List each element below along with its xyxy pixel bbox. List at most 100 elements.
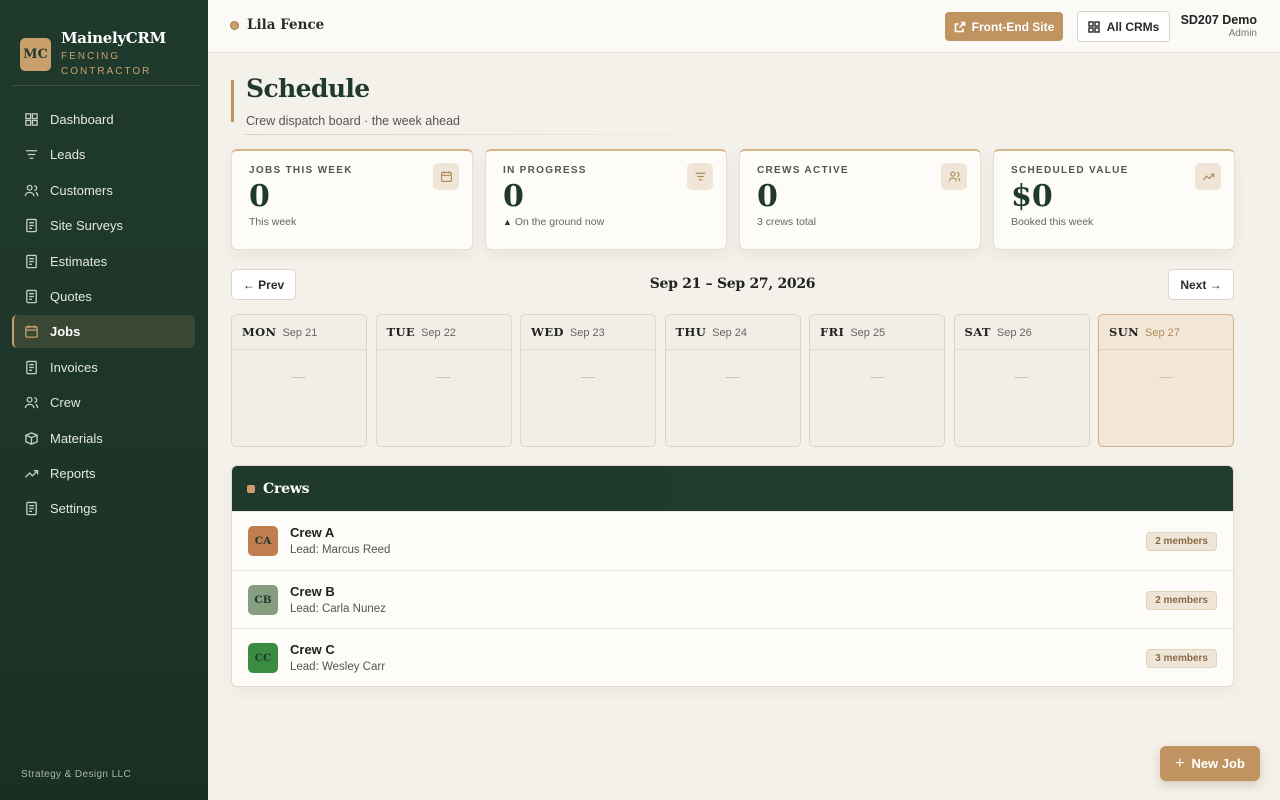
sidebar-item-label: Materials <box>50 430 103 446</box>
sidebar-item-materials[interactable]: Materials <box>12 422 195 455</box>
grid-icon <box>25 113 38 126</box>
crew-members-badge: 3 members <box>1146 649 1217 669</box>
stat-value: 0 <box>249 179 270 214</box>
day-column-sat[interactable]: SAT Sep 26 — <box>953 314 1090 447</box>
day-date: Sep 21 <box>282 327 318 339</box>
front-end-site-button[interactable]: Front-End Site <box>945 12 1063 41</box>
stat-sub: This week <box>249 216 297 228</box>
sidebar-item-label: Site Surveys <box>50 218 123 234</box>
main-content: Schedule Crew dispatch board · the week … <box>208 53 1280 800</box>
day-date: Sep 24 <box>712 327 748 339</box>
stat-sub: 3 crews total <box>757 216 816 228</box>
day-date: Sep 23 <box>569 327 605 339</box>
footer-credit[interactable]: Strategy & Design LLC <box>21 769 131 780</box>
sidebar-item-label: Invoices <box>50 359 98 375</box>
day-column-fri[interactable]: FRI Sep 25 — <box>809 314 945 447</box>
page-header: Schedule Crew dispatch board · the week … <box>231 74 460 128</box>
trend-icon <box>1195 163 1221 190</box>
document-icon <box>26 360 37 374</box>
client-indicator: Lila Fence <box>230 17 324 33</box>
day-empty-placeholder: — <box>292 368 306 384</box>
brand-subtitle-line1: FENCING <box>61 51 120 62</box>
week-range: Sep 21 – Sep 27, 2026 <box>649 276 816 292</box>
day-empty-placeholder: — <box>581 368 595 384</box>
day-empty-placeholder: — <box>725 368 740 384</box>
sidebar-item-leads[interactable]: Leads <box>12 138 195 171</box>
day-column-wed[interactable]: WED Sep 23 — <box>520 314 656 447</box>
client-dot-icon <box>230 20 239 30</box>
new-job-button[interactable]: + New Job <box>1160 746 1260 781</box>
sidebar-item-crew[interactable]: Crew <box>12 386 195 419</box>
brand-name: MainelyCRM <box>61 29 166 47</box>
day-empty-placeholder: — <box>436 368 451 384</box>
sidebar-item-customers[interactable]: Customers <box>12 174 195 207</box>
day-date: Sep 27 <box>1145 327 1180 339</box>
sidebar-item-dashboard[interactable]: Dashboard <box>12 103 195 136</box>
sidebar-item-site-surveys[interactable]: Site Surveys <box>12 209 195 242</box>
sidebar-item-quotes[interactable]: Quotes <box>12 280 195 313</box>
week-calendar: MON Sep 21 — TUE Sep 22 — WED Sep 23 — THU S… <box>231 314 1234 447</box>
document-icon <box>26 254 37 268</box>
brand[interactable]: MC MainelyCRM FENCING CONTRACTOR <box>0 0 208 86</box>
user-name: SD207 Demo <box>1180 13 1257 27</box>
sidebar-item-settings[interactable]: Settings <box>12 492 195 525</box>
users-icon <box>24 396 39 409</box>
sidebar-item-label: Settings <box>50 501 97 517</box>
crew-row-a[interactable]: CA Crew A Lead: Marcus Reed 2 members <box>232 511 1233 570</box>
next-week-button[interactable]: Next → <box>1168 269 1234 300</box>
sidebar-item-invoices[interactable]: Invoices <box>12 351 195 384</box>
day-name: THU <box>675 325 707 339</box>
crew-lead: Lead: Carla Nunez <box>290 602 386 615</box>
page-title: Schedule <box>246 74 370 103</box>
sidebar-item-reports[interactable]: Reports <box>12 457 195 490</box>
filter-icon <box>687 163 713 190</box>
all-crms-button[interactable]: All CRMs <box>1077 11 1170 42</box>
calendar-icon <box>25 325 38 339</box>
client-name: Lila Fence <box>247 17 325 33</box>
day-column-mon[interactable]: MON Sep 21 — <box>231 314 367 447</box>
crew-row-c[interactable]: CC Crew C Lead: Wesley Carr 3 members <box>232 628 1233 686</box>
stat-sub: ▲ On the ground now <box>503 216 709 228</box>
week-navigator: ← Prev Sep 21 – Sep 27, 2026 Next → <box>231 269 1234 300</box>
page-subtitle: Crew dispatch board · the week ahead <box>246 114 461 128</box>
day-empty-placeholder: — <box>1014 368 1029 384</box>
stat-sub-text: On the ground now <box>514 216 605 228</box>
header-divider <box>245 134 775 135</box>
topbar: Lila Fence Front-End Site All CRMs SD207… <box>208 0 1280 53</box>
sidebar-item-estimates[interactable]: Estimates <box>12 245 195 278</box>
users-icon <box>941 163 967 190</box>
box-icon <box>25 431 38 445</box>
stat-label: SCHEDULED VALUE <box>1011 165 1129 176</box>
crew-members-badge: 2 members <box>1146 532 1217 551</box>
day-column-sun-today[interactable]: SUN Sep 27 — <box>1098 314 1234 447</box>
sidebar-item-label: Estimates <box>50 253 108 269</box>
day-column-tue[interactable]: TUE Sep 22 — <box>375 314 512 447</box>
brand-logo: MC <box>20 37 51 71</box>
sidebar-item-label: Jobs <box>50 324 81 340</box>
stat-label: CREWS ACTIVE <box>757 165 849 176</box>
crews-dot-icon <box>247 484 255 493</box>
stat-value: 0 <box>503 179 524 214</box>
stat-card-jobs-this-week: JOBS THIS WEEK 0 This week <box>231 149 473 250</box>
day-column-thu[interactable]: THU Sep 24 — <box>664 314 801 447</box>
document-icon <box>26 218 37 233</box>
crew-avatar: CA <box>248 526 278 556</box>
user-menu[interactable]: SD207 Demo Admin <box>1181 13 1257 39</box>
crew-name: Crew A <box>290 525 335 540</box>
day-empty-placeholder: — <box>870 368 884 384</box>
user-role: Admin <box>1228 28 1257 39</box>
stat-card-scheduled-value: SCHEDULED VALUE $0 Booked this week <box>993 149 1235 250</box>
sidebar-nav: Dashboard Leads Customers Site Surveys E… <box>12 103 195 528</box>
plus-icon: + <box>1175 754 1185 772</box>
stat-label: IN PROGRESS <box>503 165 587 176</box>
stat-card-crews-active: CREWS ACTIVE 0 3 crews total <box>739 149 981 250</box>
day-name: TUE <box>386 325 416 339</box>
filter-icon <box>25 150 38 160</box>
sidebar-item-jobs[interactable]: Jobs <box>12 315 195 349</box>
crews-panel-header: Crews <box>232 466 1233 511</box>
crew-lead: Lead: Wesley Carr <box>290 661 386 674</box>
sidebar-item-label: Quotes <box>50 288 92 304</box>
day-date: Sep 25 <box>850 327 886 339</box>
sidebar-item-label: Dashboard <box>50 112 114 127</box>
crew-row-b[interactable]: CB Crew B Lead: Carla Nunez 2 members <box>232 569 1233 629</box>
